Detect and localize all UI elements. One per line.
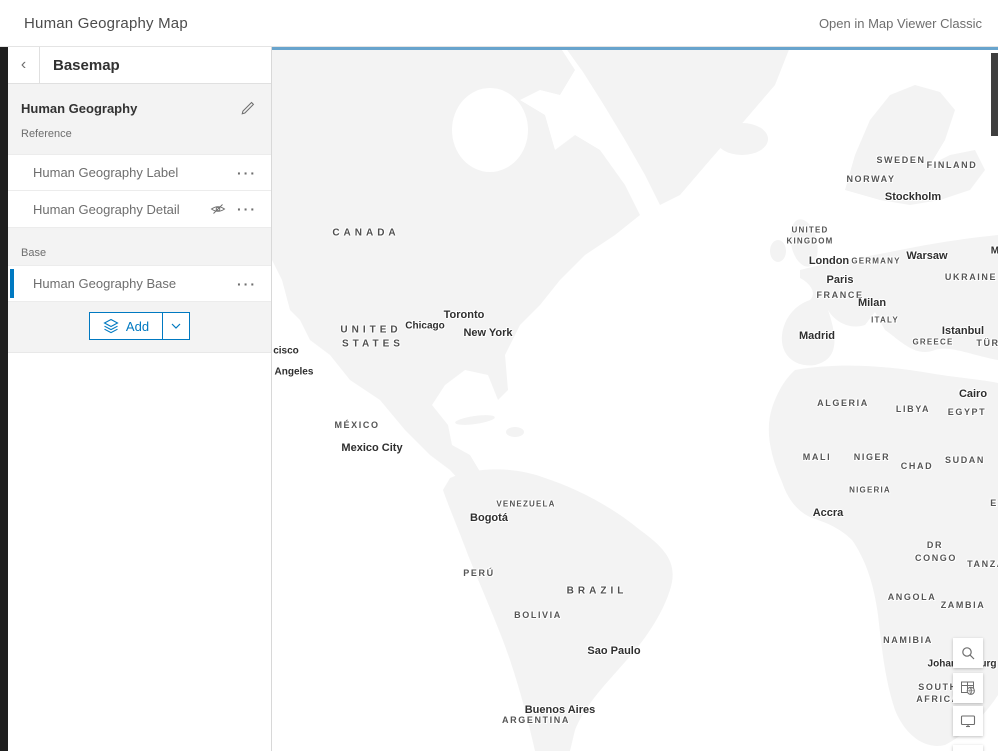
edit-basemap-button[interactable] <box>237 98 257 118</box>
basemap-head: Human Geography Reference <box>8 84 271 154</box>
monitor-icon <box>960 713 976 729</box>
layers-icon <box>103 318 119 334</box>
display-button[interactable] <box>953 706 983 736</box>
visibility-toggle[interactable] <box>207 198 229 220</box>
panel-empty-area <box>8 353 271 751</box>
layer-label: Human Geography Label <box>33 165 229 180</box>
panel-header: ‹ Basemap <box>8 47 271 84</box>
add-split-button: Add <box>89 312 190 340</box>
layer-options-button[interactable]: ··· <box>229 204 257 214</box>
basemap-panel: ‹ Basemap Human Geography Reference Huma… <box>8 47 272 751</box>
back-button[interactable]: ‹ <box>8 47 40 83</box>
reference-section-label: Reference <box>21 118 257 146</box>
collapsed-dark-rail <box>0 47 8 751</box>
layer-label: Human Geography Base <box>33 276 229 291</box>
app-header: Human Geography Map Open in Map Viewer C… <box>0 0 998 47</box>
page-title: Human Geography Map <box>24 15 188 32</box>
chevron-left-icon: ‹ <box>21 56 26 74</box>
panel-title: Basemap <box>40 47 120 83</box>
eye-slash-icon <box>210 201 226 217</box>
basemap-name: Human Geography <box>21 101 137 116</box>
chevron-down-icon <box>171 323 181 329</box>
partial-tool-button[interactable] <box>953 745 983 751</box>
add-zone: Add <box>8 302 271 353</box>
basemap-gallery-button[interactable] <box>953 673 983 703</box>
selected-layer-indicator <box>10 269 14 298</box>
map-scrollbar-thumb[interactable] <box>991 53 998 136</box>
layer-label: Human Geography Detail <box>33 202 207 217</box>
add-layer-button[interactable]: Add <box>90 313 162 339</box>
base-section-label: Base <box>8 239 271 265</box>
basemap-land-shapes <box>272 47 998 751</box>
layer-options-button[interactable]: ··· <box>229 168 257 178</box>
search-button[interactable] <box>953 638 983 668</box>
layer-item-human-geography-detail[interactable]: Human Geography Detail ··· <box>8 191 271 228</box>
layer-item-human-geography-base[interactable]: Human Geography Base ··· <box>8 265 271 302</box>
layer-list: Human Geography Label ··· Human Geograph… <box>8 154 271 353</box>
search-icon <box>960 645 976 661</box>
basemap-gallery-icon <box>960 680 976 696</box>
app-window: Human Geography Map Open in Map Viewer C… <box>0 0 998 751</box>
add-dropdown-button[interactable] <box>162 313 189 339</box>
layer-item-human-geography-label[interactable]: Human Geography Label ··· <box>8 154 271 191</box>
add-button-label: Add <box>126 319 149 334</box>
open-classic-link[interactable]: Open in Map Viewer Classic <box>819 16 982 31</box>
pencil-icon <box>240 101 255 116</box>
layer-options-button[interactable]: ··· <box>229 279 257 289</box>
section-divider <box>8 228 271 239</box>
map-canvas[interactable]: CANADAUNITEDSTATESBRAZILMÉXICOPERÚBOLIVI… <box>272 47 998 751</box>
